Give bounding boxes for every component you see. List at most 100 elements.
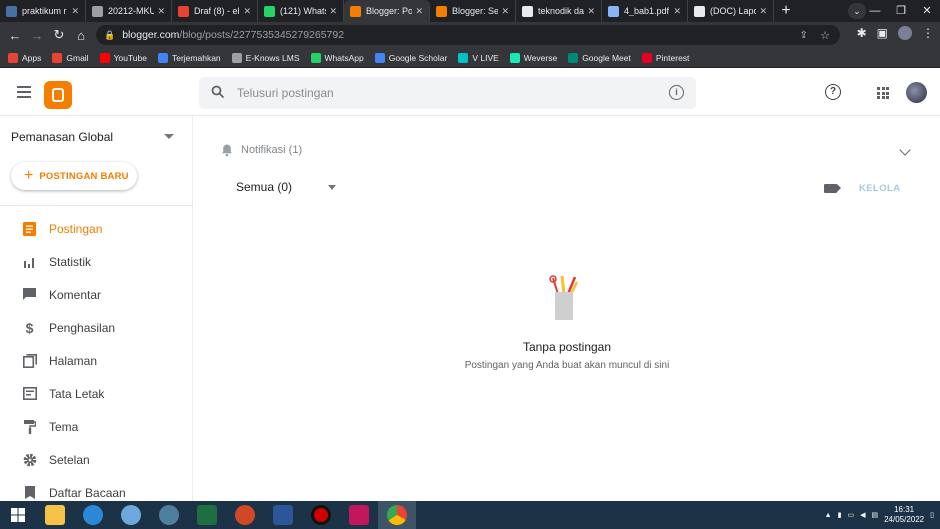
hamburger-menu-icon[interactable]	[17, 86, 31, 98]
chrome-icon[interactable]	[378, 501, 416, 529]
blog-selector-caret-icon[interactable]	[164, 134, 174, 139]
sidebar-item-label: Statistik	[49, 254, 92, 269]
tab-title: teknodik da	[538, 6, 585, 16]
clock[interactable]: 16:31 24/05/2022	[884, 505, 924, 525]
recorder-icon[interactable]	[302, 501, 340, 529]
bookmark-favicon-icon	[52, 52, 63, 63]
refresh-app-icon[interactable]	[74, 501, 112, 529]
mendeley-icon[interactable]	[340, 501, 378, 529]
bookmark-item[interactable]: Terjemahkan	[157, 52, 221, 63]
tab-favicon-icon	[694, 5, 705, 17]
new-tab-button[interactable]: +	[774, 0, 798, 22]
notification-center-icon[interactable]: ▯	[930, 511, 934, 519]
search-icon[interactable]	[211, 85, 227, 102]
tab-close-icon[interactable]: ✕	[329, 6, 337, 17]
bookmark-item[interactable]: Pinterest	[641, 52, 689, 63]
bookmark-item[interactable]: Google Scholar	[374, 52, 447, 63]
tab-close-icon[interactable]: ✕	[587, 6, 595, 17]
browser-tab[interactable]: praktikum r ✕	[0, 0, 86, 22]
profile-avatar[interactable]	[898, 26, 912, 40]
bookmark-item[interactable]: Weverse	[509, 52, 557, 63]
bookmark-item[interactable]: Apps	[8, 52, 41, 63]
language-icon[interactable]: ▤	[871, 511, 878, 519]
battery-icon[interactable]: ▭	[847, 511, 854, 519]
powerpoint-icon[interactable]	[226, 501, 264, 529]
excel-icon[interactable]	[188, 501, 226, 529]
bookmark-favicon-icon	[458, 52, 469, 63]
close-window-button[interactable]: ✕	[914, 0, 940, 22]
sidebar-item-komentar[interactable]: Komentar	[0, 278, 193, 311]
tray-chevron-icon[interactable]: ▲	[825, 512, 832, 519]
maximize-button[interactable]: ❐	[888, 0, 914, 22]
system-tray: ▲ ▮ ▭ ◀ ▤ 16:31 24/05/2022 ▯	[825, 501, 934, 529]
reload-button[interactable]: ↻	[48, 27, 70, 43]
back-button[interactable]: ←	[4, 28, 26, 43]
browser-tab[interactable]: 20212-MKU ✕	[86, 0, 172, 22]
network-icon[interactable]: ▮	[838, 511, 842, 519]
tab-close-icon[interactable]: ✕	[243, 6, 251, 17]
blogger-logo[interactable]	[44, 81, 72, 109]
home-button[interactable]: ⌂	[70, 28, 92, 43]
url-field[interactable]: 🔒 blogger.com/blog/posts/227753534527926…	[96, 25, 840, 45]
tab-favicon-icon	[522, 5, 533, 17]
bookmark-label: YouTube	[113, 52, 147, 63]
word-icon[interactable]	[264, 501, 302, 529]
bookmark-item[interactable]: WhatsApp	[310, 52, 364, 63]
tab-close-icon[interactable]: ✕	[673, 6, 681, 17]
sidebar-item-postingan[interactable]: Postingan	[0, 212, 193, 245]
search-bar[interactable]: Telusuri postingan i	[199, 77, 696, 109]
label-icon[interactable]	[824, 184, 841, 193]
bookmark-item[interactable]: Google Meet	[568, 52, 631, 63]
account-avatar[interactable]	[906, 82, 927, 103]
math-app-icon[interactable]	[112, 501, 150, 529]
tab-close-icon[interactable]: ✕	[71, 6, 79, 17]
sidebar-item-tema[interactable]: Tema	[0, 410, 193, 443]
help-icon[interactable]: ?	[825, 84, 841, 100]
sidebar-item-penghasilan[interactable]: $ Penghasilan	[0, 311, 193, 344]
windows-start-icon[interactable]	[0, 501, 36, 529]
sidebar-item-halaman[interactable]: Halaman	[0, 344, 193, 377]
bookmark-item[interactable]: E-Knows LMS	[231, 52, 300, 63]
browser-tab[interactable]: Blogger: Se ✕	[430, 0, 516, 22]
browser-tab[interactable]: (121) Whats ✕	[258, 0, 344, 22]
tab-close-icon[interactable]: ✕	[501, 6, 509, 17]
post-filter-select[interactable]: Semua (0)	[236, 180, 292, 194]
file-explorer-icon[interactable]	[36, 501, 74, 529]
apps-grid-icon[interactable]	[877, 87, 889, 99]
browser-tab[interactable]: Blogger: Po ✕	[344, 0, 430, 22]
bookmark-item[interactable]: Gmail	[52, 52, 89, 63]
browser-tab[interactable]: (DOC) Lapo ✕	[688, 0, 774, 22]
tab-title: 20212-MKU	[108, 6, 155, 16]
chevron-down-icon[interactable]	[899, 144, 911, 156]
tab-close-icon[interactable]: ✕	[759, 6, 767, 17]
info-icon[interactable]: i	[669, 85, 684, 100]
extensions-icon[interactable]: ✱	[857, 26, 867, 40]
sidebar-item-setelan[interactable]: Setelan	[0, 443, 193, 476]
sidebar-item-tata-letak[interactable]: Tata Letak	[0, 377, 193, 410]
forward-button[interactable]: →	[26, 28, 48, 43]
sidebar-item-statistik[interactable]: Statistik	[0, 245, 193, 278]
sidepanel-icon[interactable]: ▣	[877, 26, 888, 40]
bookmark-item[interactable]: YouTube	[99, 52, 147, 63]
browser-tab[interactable]: teknodik da ✕	[516, 0, 602, 22]
star-icon[interactable]: ☆	[820, 29, 830, 42]
browser-tab[interactable]: 4_bab1.pdf ✕	[602, 0, 688, 22]
layout-icon	[22, 386, 37, 401]
blog-name[interactable]: Pemanasan Global	[11, 130, 113, 144]
new-post-button[interactable]: + POSTINGAN BARU	[11, 162, 137, 190]
bookmark-label: Terjemahkan	[171, 52, 221, 63]
browser-tab[interactable]: Draf (8) - el ✕	[172, 0, 258, 22]
notifications-row[interactable]: Notifikasi (1)	[220, 143, 302, 157]
filter-caret-icon[interactable]	[328, 185, 336, 190]
minimize-button[interactable]: —	[862, 0, 888, 22]
bookmark-item[interactable]: V LIVE	[458, 52, 499, 63]
bookmark-label: WhatsApp	[324, 52, 364, 63]
tab-close-icon[interactable]: ✕	[415, 6, 423, 17]
url-host: blogger.com	[122, 29, 180, 41]
more-menu-icon[interactable]: ⋮	[922, 26, 934, 40]
share-icon[interactable]: ⇪	[800, 30, 808, 41]
manage-button[interactable]: KELOLA	[859, 183, 900, 194]
volume-icon[interactable]: ◀	[860, 511, 865, 519]
magnifier-app-icon[interactable]	[150, 501, 188, 529]
tab-close-icon[interactable]: ✕	[157, 6, 165, 17]
